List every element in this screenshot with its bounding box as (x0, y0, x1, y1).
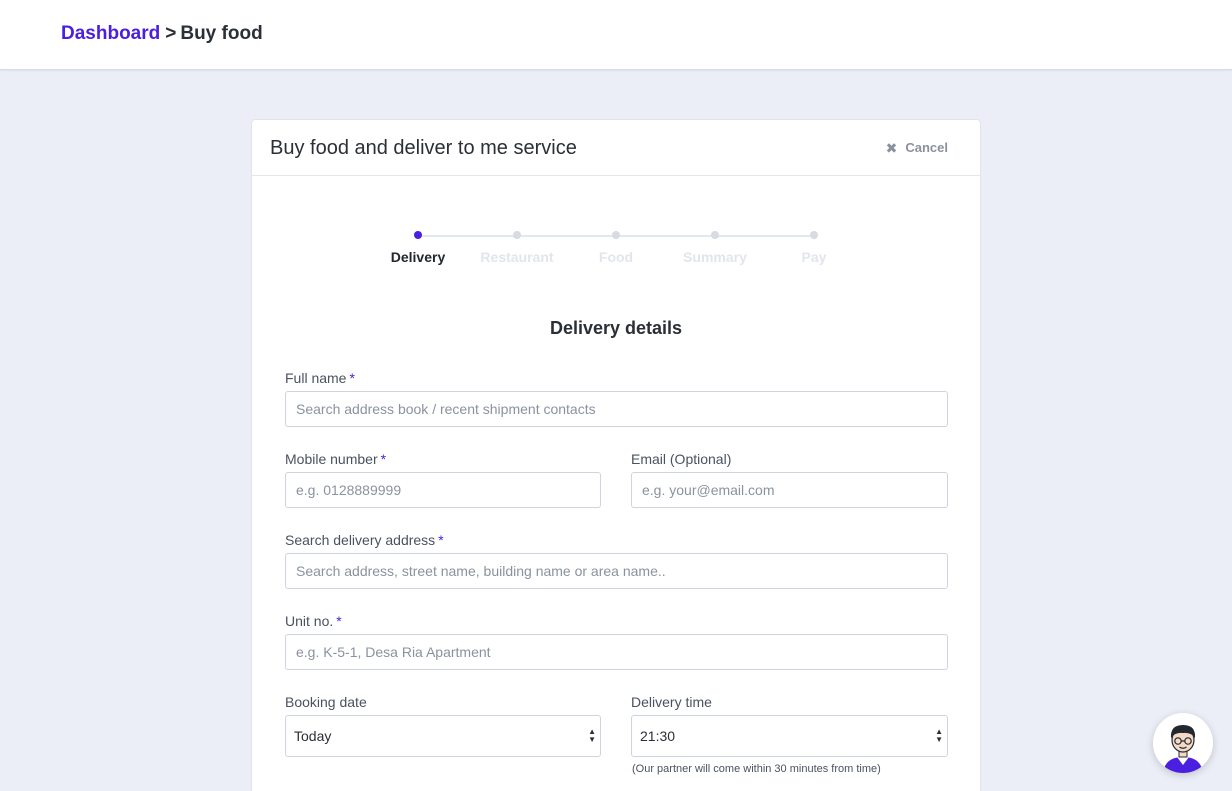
step-dot (414, 231, 422, 239)
step-dot (711, 231, 719, 239)
section-title: Delivery details (549, 318, 683, 338)
step-dot (810, 231, 818, 239)
progress-stepper: Delivery Restaurant Food Summary Pay (370, 225, 870, 275)
email-label: Email (Optional) (631, 451, 731, 467)
required-marker: * (336, 613, 342, 629)
step-label: Food (598, 249, 634, 265)
select-arrows-icon: ▲ ▼ (588, 727, 596, 744)
buy-food-card: Buy food and deliver to me service ✖ Can… (251, 119, 981, 791)
full-name-label: Full name * (285, 370, 355, 386)
breadcrumb: Dashboard > Buy food (61, 22, 263, 46)
delivery-time-hint: (Our partner will come within 30 minutes… (632, 763, 881, 775)
delivery-address-input[interactable] (285, 553, 948, 589)
mobile-number-input[interactable] (285, 472, 601, 508)
step-dot (513, 231, 521, 239)
breadcrumb-dashboard-link[interactable]: Dashboard (61, 23, 160, 44)
card-title: Buy food and deliver to me service (270, 137, 577, 159)
booking-date-value: Today (294, 728, 332, 744)
close-icon: ✖ (885, 140, 898, 156)
required-marker: * (438, 532, 444, 548)
delivery-time-label: Delivery time (631, 694, 712, 710)
delivery-address-label-text: Search delivery address (285, 532, 436, 548)
breadcrumb-current: Buy food (180, 23, 263, 44)
select-arrows-icon: ▲ ▼ (935, 727, 943, 744)
step-food[interactable]: Food (566, 231, 666, 265)
step-delivery[interactable]: Delivery (368, 231, 468, 265)
delivery-address-label: Search delivery address * (285, 532, 444, 548)
step-dot (612, 231, 620, 239)
mobile-number-label-text: Mobile number (285, 451, 378, 467)
card-header: Buy food and deliver to me service ✖ Can… (252, 120, 980, 176)
cancel-button[interactable]: ✖ Cancel (886, 140, 948, 156)
support-avatar-button[interactable] (1153, 713, 1213, 773)
cancel-label: Cancel (905, 140, 948, 155)
booking-date-label: Booking date (285, 694, 367, 710)
top-bar: Dashboard > Buy food (0, 0, 1232, 70)
email-label-text: Email (Optional) (631, 451, 732, 467)
step-label: Delivery (390, 249, 446, 265)
step-restaurant[interactable]: Restaurant (467, 231, 567, 265)
mobile-number-label: Mobile number * (285, 451, 386, 467)
email-input[interactable] (631, 472, 948, 508)
step-summary[interactable]: Summary (665, 231, 765, 265)
required-marker: * (349, 370, 355, 386)
booking-date-select[interactable]: Today ▲ ▼ (285, 715, 601, 757)
step-label: Pay (801, 249, 827, 265)
breadcrumb-separator: > (165, 23, 177, 44)
delivery-time-value: 21:30 (640, 728, 676, 744)
unit-no-label-text: Unit no. (285, 613, 334, 629)
delivery-time-select[interactable]: 21:30 ▲ ▼ (631, 715, 948, 757)
unit-no-input[interactable] (285, 634, 948, 670)
delivery-time-label-text: Delivery time (631, 694, 712, 710)
step-label: Restaurant (480, 249, 554, 265)
step-label: Summary (683, 249, 747, 265)
unit-no-label: Unit no. * (285, 613, 342, 629)
booking-date-label-text: Booking date (285, 694, 367, 710)
step-pay[interactable]: Pay (764, 231, 864, 265)
required-marker: * (380, 451, 387, 467)
full-name-input[interactable] (285, 391, 948, 427)
full-name-label-text: Full name (285, 370, 347, 386)
avatar-icon (1153, 713, 1213, 773)
